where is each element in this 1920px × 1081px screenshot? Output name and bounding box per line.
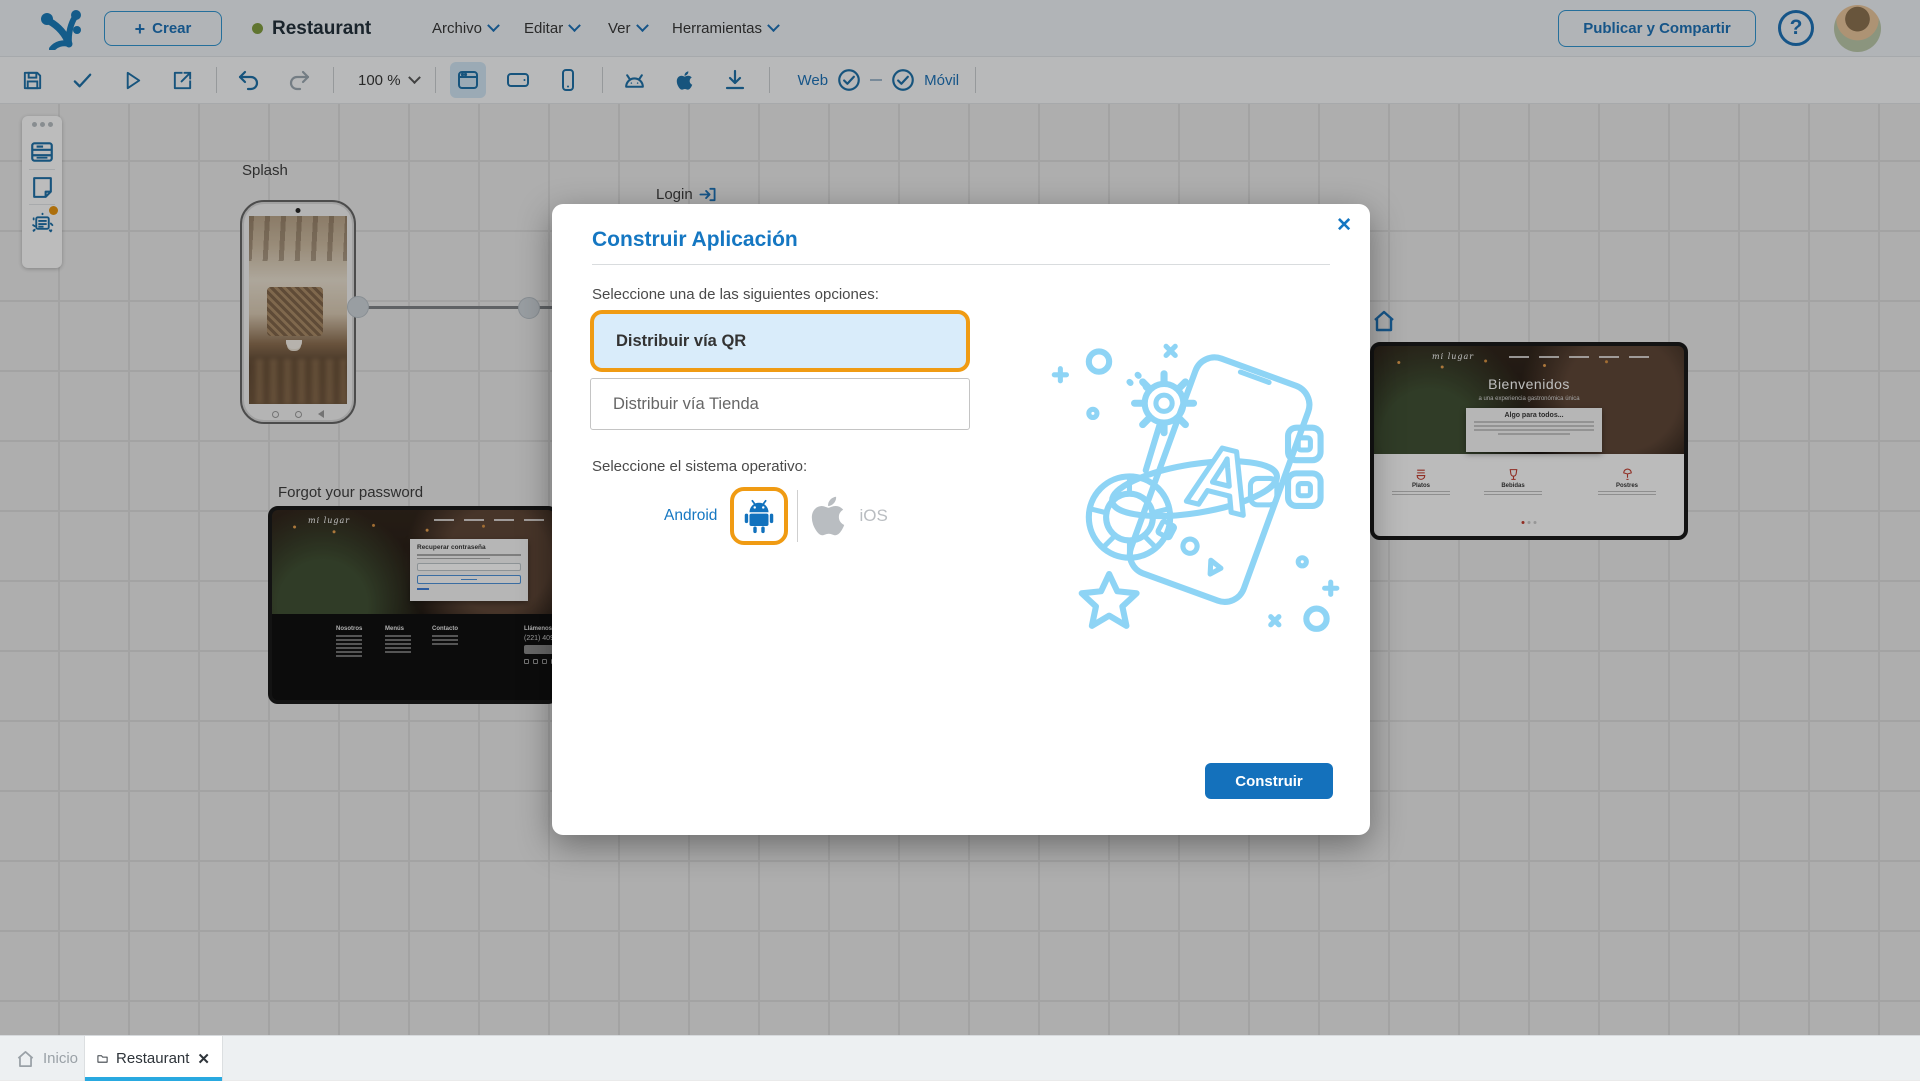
ios-label[interactable]: iOS [859, 506, 887, 526]
dialog-divider [592, 264, 1330, 265]
os-divider [797, 490, 799, 542]
distribute-qr-label: Distribuir vía QR [616, 331, 747, 350]
options-label: Seleccione una de las siguientes opcione… [592, 286, 879, 303]
build-app-illustration: A [1040, 326, 1345, 636]
tab-restaurant-label: Restaurant [116, 1050, 190, 1067]
tab-close-icon[interactable]: ✕ [197, 1050, 210, 1068]
distribute-store-option[interactable]: Distribuir vía Tienda [590, 378, 970, 430]
dialog-title: Construir Aplicación [592, 228, 798, 251]
tab-inicio[interactable]: Inicio [16, 1036, 78, 1081]
build-button[interactable]: Construir [1205, 763, 1333, 799]
distribute-store-label: Distribuir vía Tienda [613, 394, 759, 413]
svg-text:A: A [1180, 424, 1265, 534]
distribute-qr-option[interactable]: Distribuir vía QR [590, 310, 970, 372]
android-label[interactable]: Android [664, 507, 717, 525]
close-icon[interactable]: ✕ [1336, 216, 1352, 235]
active-tab-underline [85, 1077, 222, 1081]
tab-restaurant[interactable]: Restaurant ✕ [84, 1036, 223, 1081]
home-icon [17, 1050, 34, 1067]
bottom-tab-bar: Inicio Restaurant ✕ [0, 1035, 1920, 1081]
ios-option[interactable] [809, 494, 847, 538]
apple-icon [812, 496, 845, 536]
android-option-selected[interactable] [730, 487, 789, 545]
os-selector: Android iOS [592, 485, 888, 547]
android-robot-icon [745, 499, 774, 534]
folder-icon [97, 1055, 108, 1063]
build-app-dialog: ✕ Construir Aplicación Seleccione una de… [552, 204, 1370, 835]
tab-inicio-label: Inicio [43, 1050, 79, 1067]
os-label: Seleccione el sistema operativo: [592, 458, 808, 475]
